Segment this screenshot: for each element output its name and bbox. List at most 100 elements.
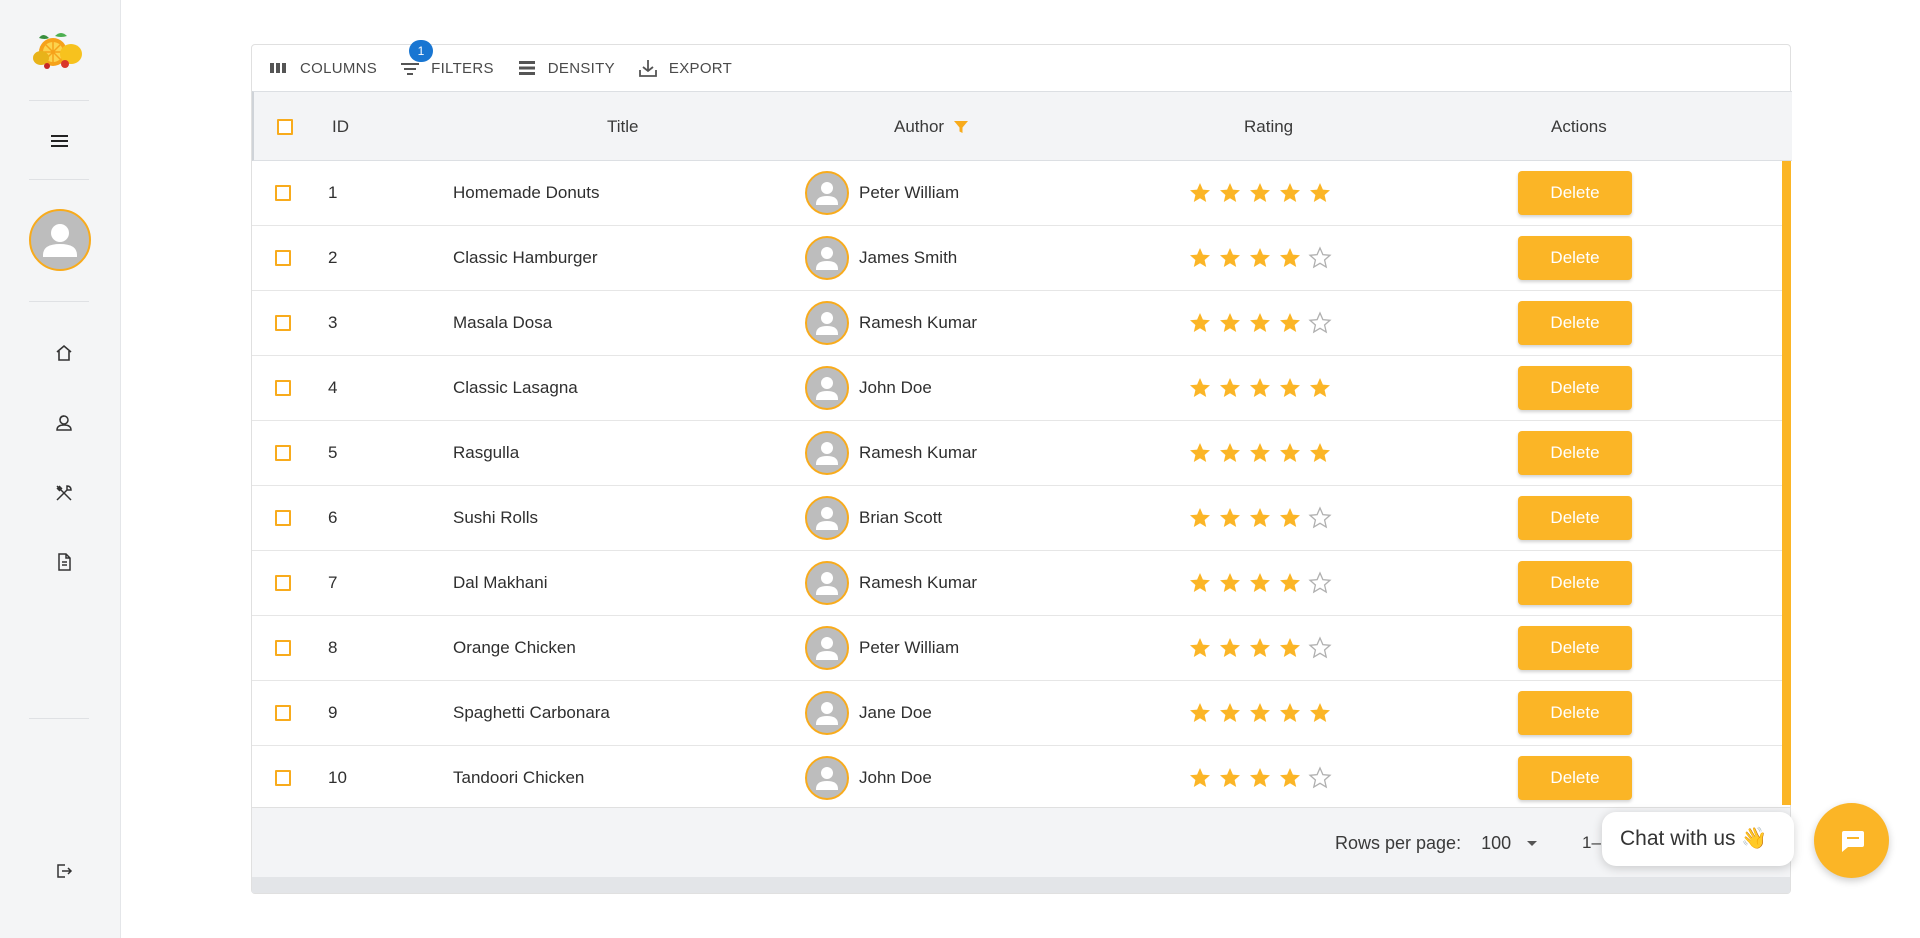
- star-filled-icon[interactable]: [1218, 376, 1242, 400]
- delete-button[interactable]: Delete: [1518, 431, 1632, 475]
- star-filled-icon[interactable]: [1278, 766, 1302, 790]
- star-filled-icon[interactable]: [1218, 701, 1242, 725]
- home-icon[interactable]: [51, 340, 77, 366]
- star-filled-icon[interactable]: [1218, 311, 1242, 335]
- star-empty-icon[interactable]: [1308, 766, 1332, 790]
- users-icon[interactable]: [51, 410, 77, 436]
- star-filled-icon[interactable]: [1278, 506, 1302, 530]
- delete-button[interactable]: Delete: [1518, 236, 1632, 280]
- rating-stars[interactable]: [1188, 616, 1332, 680]
- star-filled-icon[interactable]: [1188, 181, 1212, 205]
- star-filled-icon[interactable]: [1218, 246, 1242, 270]
- rating-stars[interactable]: [1188, 746, 1332, 810]
- filter-icon[interactable]: [952, 118, 970, 136]
- delete-button[interactable]: Delete: [1518, 171, 1632, 215]
- columns-button[interactable]: COLUMNS: [260, 53, 385, 83]
- logout-icon[interactable]: [51, 858, 77, 884]
- star-filled-icon[interactable]: [1188, 506, 1212, 530]
- rows-per-page-select[interactable]: 100: [1481, 833, 1539, 854]
- rating-stars[interactable]: [1188, 291, 1332, 355]
- star-filled-icon[interactable]: [1248, 506, 1272, 530]
- star-filled-icon[interactable]: [1188, 701, 1212, 725]
- rating-stars[interactable]: [1188, 681, 1332, 745]
- row-checkbox[interactable]: [275, 681, 291, 745]
- filters-button[interactable]: 1 FILTERS: [391, 40, 502, 83]
- star-filled-icon[interactable]: [1278, 441, 1302, 465]
- table-row[interactable]: 8 Orange Chicken Peter William Delete: [252, 616, 1782, 681]
- star-filled-icon[interactable]: [1248, 441, 1272, 465]
- delete-button[interactable]: Delete: [1518, 626, 1632, 670]
- star-empty-icon[interactable]: [1308, 506, 1332, 530]
- table-row[interactable]: 5 Rasgulla Ramesh Kumar Delete: [252, 421, 1782, 486]
- star-filled-icon[interactable]: [1278, 376, 1302, 400]
- star-filled-icon[interactable]: [1188, 311, 1212, 335]
- row-checkbox[interactable]: [275, 616, 291, 680]
- star-filled-icon[interactable]: [1218, 181, 1242, 205]
- star-filled-icon[interactable]: [1248, 571, 1272, 595]
- star-filled-icon[interactable]: [1218, 571, 1242, 595]
- hamburger-menu-icon[interactable]: [45, 126, 75, 156]
- star-filled-icon[interactable]: [1278, 636, 1302, 660]
- star-filled-icon[interactable]: [1308, 701, 1332, 725]
- select-all-checkbox[interactable]: [277, 92, 293, 162]
- star-filled-icon[interactable]: [1308, 441, 1332, 465]
- density-button[interactable]: DENSITY: [508, 53, 623, 83]
- rating-stars[interactable]: [1188, 486, 1332, 550]
- star-filled-icon[interactable]: [1248, 246, 1272, 270]
- star-filled-icon[interactable]: [1218, 441, 1242, 465]
- star-filled-icon[interactable]: [1188, 246, 1212, 270]
- star-filled-icon[interactable]: [1248, 311, 1272, 335]
- delete-button[interactable]: Delete: [1518, 691, 1632, 735]
- table-row[interactable]: 6 Sushi Rolls Brian Scott Delete: [252, 486, 1782, 551]
- table-row[interactable]: 1 Homemade Donuts Peter William Delete: [252, 161, 1782, 226]
- row-checkbox[interactable]: [275, 486, 291, 550]
- star-filled-icon[interactable]: [1278, 701, 1302, 725]
- rating-stars[interactable]: [1188, 356, 1332, 420]
- star-filled-icon[interactable]: [1188, 376, 1212, 400]
- star-filled-icon[interactable]: [1308, 181, 1332, 205]
- rating-stars[interactable]: [1188, 161, 1332, 225]
- star-filled-icon[interactable]: [1188, 766, 1212, 790]
- rating-stars[interactable]: [1188, 421, 1332, 485]
- row-checkbox[interactable]: [275, 356, 291, 420]
- star-empty-icon[interactable]: [1308, 571, 1332, 595]
- star-filled-icon[interactable]: [1278, 311, 1302, 335]
- chat-button[interactable]: [1814, 803, 1889, 878]
- vertical-scrollbar[interactable]: [1782, 161, 1791, 805]
- delete-button[interactable]: Delete: [1518, 561, 1632, 605]
- star-filled-icon[interactable]: [1248, 181, 1272, 205]
- star-filled-icon[interactable]: [1248, 766, 1272, 790]
- delete-button[interactable]: Delete: [1518, 756, 1632, 800]
- table-row[interactable]: 9 Spaghetti Carbonara Jane Doe Delete: [252, 681, 1782, 746]
- row-checkbox[interactable]: [275, 226, 291, 290]
- star-filled-icon[interactable]: [1218, 766, 1242, 790]
- star-empty-icon[interactable]: [1308, 311, 1332, 335]
- star-filled-icon[interactable]: [1218, 636, 1242, 660]
- table-row[interactable]: 3 Masala Dosa Ramesh Kumar Delete: [252, 291, 1782, 356]
- table-row[interactable]: 7 Dal Makhani Ramesh Kumar Delete: [252, 551, 1782, 616]
- star-filled-icon[interactable]: [1308, 376, 1332, 400]
- column-header-author[interactable]: Author: [894, 92, 970, 162]
- column-header-title[interactable]: Title: [607, 92, 639, 162]
- star-filled-icon[interactable]: [1278, 246, 1302, 270]
- document-icon[interactable]: [51, 549, 77, 575]
- star-empty-icon[interactable]: [1308, 246, 1332, 270]
- star-filled-icon[interactable]: [1188, 571, 1212, 595]
- delete-button[interactable]: Delete: [1518, 496, 1632, 540]
- star-filled-icon[interactable]: [1248, 376, 1272, 400]
- row-checkbox[interactable]: [275, 291, 291, 355]
- horizontal-scrollbar[interactable]: [252, 877, 1790, 893]
- table-row[interactable]: 10 Tandoori Chicken John Doe Delete: [252, 746, 1782, 811]
- user-avatar[interactable]: [29, 209, 91, 271]
- star-filled-icon[interactable]: [1188, 441, 1212, 465]
- star-filled-icon[interactable]: [1218, 506, 1242, 530]
- rating-stars[interactable]: [1188, 551, 1332, 615]
- export-button[interactable]: EXPORT: [629, 53, 740, 83]
- star-filled-icon[interactable]: [1278, 571, 1302, 595]
- star-filled-icon[interactable]: [1248, 701, 1272, 725]
- delete-button[interactable]: Delete: [1518, 301, 1632, 345]
- row-checkbox[interactable]: [275, 746, 291, 810]
- table-row[interactable]: 4 Classic Lasagna John Doe Delete: [252, 356, 1782, 421]
- fruit-logo[interactable]: [29, 28, 89, 72]
- star-filled-icon[interactable]: [1278, 181, 1302, 205]
